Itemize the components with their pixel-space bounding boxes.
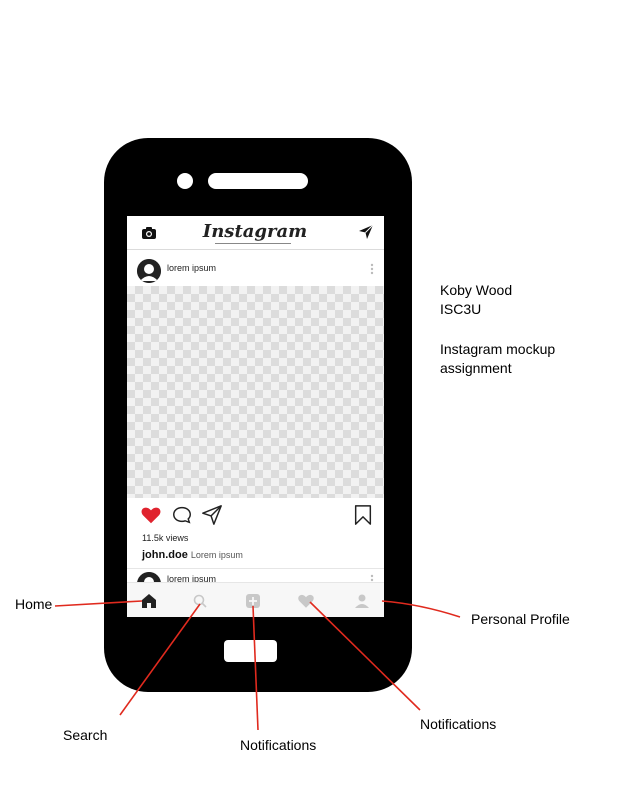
- notifications-pointer-line-2: [309, 601, 421, 711]
- profile-pointer-line: [381, 600, 461, 618]
- annotation-home: Home: [15, 596, 53, 612]
- annotation-lines: [54, 600, 461, 731]
- search-pointer-line: [119, 603, 201, 716]
- home-pointer-line: [54, 600, 143, 607]
- annotation-search: Search: [63, 727, 108, 743]
- annotation-notifications-2: Notifications: [420, 716, 497, 732]
- notifications-pointer-line-1: [252, 605, 259, 731]
- annotation-personal-profile: Personal Profile: [471, 611, 570, 627]
- annotation-notifications-1: Notifications: [240, 737, 317, 753]
